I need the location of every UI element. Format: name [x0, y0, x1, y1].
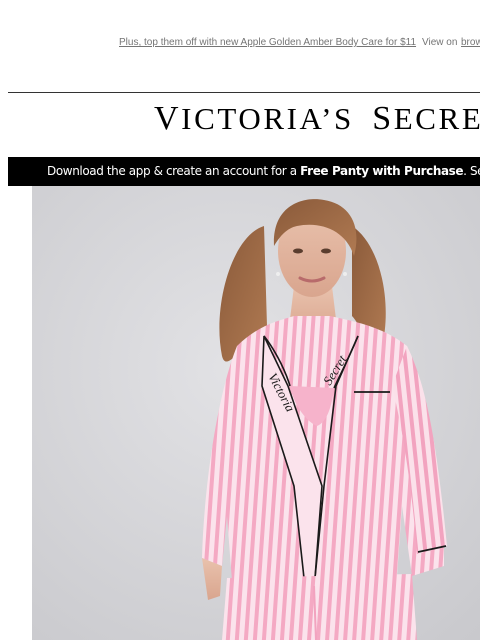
view-on-label: View on	[422, 37, 458, 48]
header-divider	[8, 92, 480, 93]
hero-image[interactable]: Victoria Secret	[32, 186, 480, 640]
view-in-browser-link[interactable]: brow	[461, 37, 480, 48]
svg-text:VICTORIA’S SECRET: VICTORIA’S SECRET	[154, 100, 480, 137]
brand-logo-wordmark: VICTORIA’S SECRET	[154, 100, 480, 137]
brand-logo[interactable]: VICTORIA’S SECRET	[150, 97, 480, 143]
pajama-model-photo-icon: Victoria Secret	[32, 186, 480, 640]
banner-highlight: Free Panty with Purchase	[300, 164, 464, 178]
preheader: Plus, top them off with new Apple Golden…	[0, 37, 480, 51]
banner-text-tail: . See	[463, 164, 480, 178]
app-download-banner[interactable]: Download the app & create an account for…	[8, 157, 480, 186]
promo-link[interactable]: Plus, top them off with new Apple Golden…	[119, 37, 416, 48]
banner-text-lead: Download the app & create an account for…	[47, 164, 301, 178]
